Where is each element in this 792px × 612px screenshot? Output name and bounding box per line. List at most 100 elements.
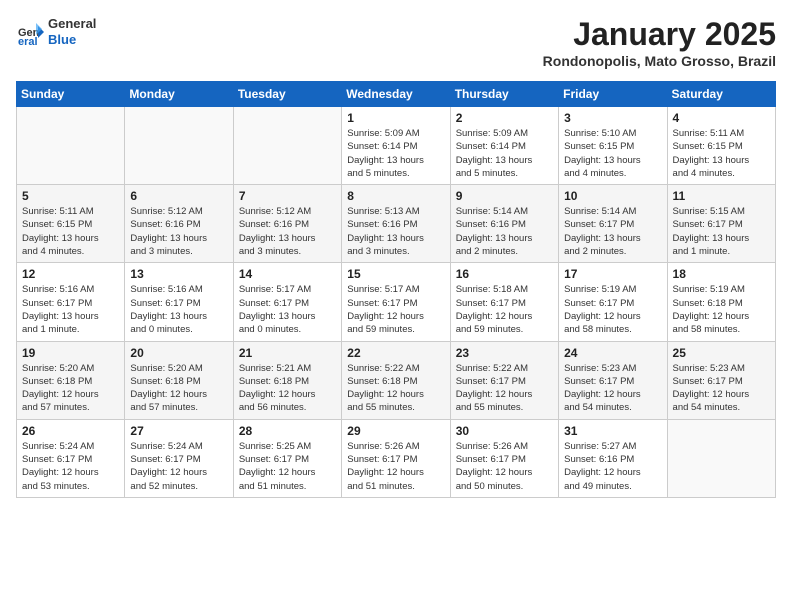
- day-number: 17: [564, 267, 661, 281]
- calendar-header-row: SundayMondayTuesdayWednesdayThursdayFrid…: [17, 82, 776, 107]
- logo-text: General Blue: [48, 16, 96, 47]
- calendar-cell: 31 Sunrise: 5:27 AM Sunset: 6:16 PM Dayli…: [559, 419, 667, 497]
- calendar-cell: 11 Sunrise: 5:15 AM Sunset: 6:17 PM Dayli…: [667, 185, 775, 263]
- day-info: Sunrise: 5:18 AM Sunset: 6:17 PM Dayligh…: [456, 283, 553, 336]
- day-number: 15: [347, 267, 444, 281]
- day-info: Sunrise: 5:12 AM Sunset: 6:16 PM Dayligh…: [130, 205, 227, 258]
- day-number: 14: [239, 267, 336, 281]
- day-info: Sunrise: 5:15 AM Sunset: 6:17 PM Dayligh…: [673, 205, 770, 258]
- logo-icon: Gen eral: [16, 18, 44, 46]
- calendar-cell: 25Sunrise: 5:23 AM Sunset: 6:17 PM Dayli…: [667, 341, 775, 419]
- calendar-cell: 10 Sunrise: 5:14 AM Sunset: 6:17 PM Dayli…: [559, 185, 667, 263]
- day-number: 9: [456, 189, 553, 203]
- day-header-sunday: Sunday: [17, 82, 125, 107]
- day-number: 10: [564, 189, 661, 203]
- svg-text:eral: eral: [18, 36, 38, 46]
- calendar-cell: 22 Sunrise: 5:22 AM Sunset: 6:18 PM Dayli…: [342, 341, 450, 419]
- day-number: 20: [130, 346, 227, 360]
- day-info: Sunrise: 5:25 AM Sunset: 6:17 PM Dayligh…: [239, 440, 336, 493]
- calendar-cell: 15 Sunrise: 5:17 AM Sunset: 6:17 PM Dayli…: [342, 263, 450, 341]
- day-info: Sunrise: 5:09 AM Sunset: 6:14 PM Dayligh…: [456, 127, 553, 180]
- day-info: Sunrise: 5:22 AM Sunset: 6:17 PM Dayligh…: [456, 362, 553, 415]
- calendar-cell: [667, 419, 775, 497]
- day-info: Sunrise: 5:22 AM Sunset: 6:18 PM Dayligh…: [347, 362, 444, 415]
- calendar-week-row: 5 Sunrise: 5:11 AM Sunset: 6:15 PM Daylig…: [17, 185, 776, 263]
- day-number: 31: [564, 424, 661, 438]
- day-number: 23: [456, 346, 553, 360]
- calendar-week-row: 19 Sunrise: 5:20 AM Sunset: 6:18 PM Dayli…: [17, 341, 776, 419]
- day-info: Sunrise: 5:09 AM Sunset: 6:14 PM Dayligh…: [347, 127, 444, 180]
- calendar-cell: 23 Sunrise: 5:22 AM Sunset: 6:17 PM Dayli…: [450, 341, 558, 419]
- day-info: Sunrise: 5:17 AM Sunset: 6:17 PM Dayligh…: [347, 283, 444, 336]
- logo: Gen eral General Blue: [16, 16, 96, 47]
- day-info: Sunrise: 5:17 AM Sunset: 6:17 PM Dayligh…: [239, 283, 336, 336]
- day-number: 3: [564, 111, 661, 125]
- day-number: 19: [22, 346, 119, 360]
- calendar-cell: 7Sunrise: 5:12 AM Sunset: 6:16 PM Daylig…: [233, 185, 341, 263]
- calendar-table: SundayMondayTuesdayWednesdayThursdayFrid…: [16, 81, 776, 498]
- month-title: January 2025: [543, 16, 776, 53]
- calendar-cell: 28Sunrise: 5:25 AM Sunset: 6:17 PM Dayli…: [233, 419, 341, 497]
- day-number: 13: [130, 267, 227, 281]
- logo-blue-text: Blue: [48, 32, 96, 48]
- day-info: Sunrise: 5:14 AM Sunset: 6:17 PM Dayligh…: [564, 205, 661, 258]
- calendar-cell: 13 Sunrise: 5:16 AM Sunset: 6:17 PM Dayli…: [125, 263, 233, 341]
- day-number: 26: [22, 424, 119, 438]
- day-info: Sunrise: 5:11 AM Sunset: 6:15 PM Dayligh…: [673, 127, 770, 180]
- day-number: 2: [456, 111, 553, 125]
- day-number: 11: [673, 189, 770, 203]
- header: Gen eral General Blue January 2025 Rondo…: [16, 16, 776, 69]
- day-info: Sunrise: 5:20 AM Sunset: 6:18 PM Dayligh…: [22, 362, 119, 415]
- calendar-cell: 5 Sunrise: 5:11 AM Sunset: 6:15 PM Daylig…: [17, 185, 125, 263]
- day-info: Sunrise: 5:16 AM Sunset: 6:17 PM Dayligh…: [130, 283, 227, 336]
- day-info: Sunrise: 5:11 AM Sunset: 6:15 PM Dayligh…: [22, 205, 119, 258]
- day-info: Sunrise: 5:16 AM Sunset: 6:17 PM Dayligh…: [22, 283, 119, 336]
- day-number: 24: [564, 346, 661, 360]
- calendar-cell: 29Sunrise: 5:26 AM Sunset: 6:17 PM Dayli…: [342, 419, 450, 497]
- day-info: Sunrise: 5:20 AM Sunset: 6:18 PM Dayligh…: [130, 362, 227, 415]
- calendar-cell: 27Sunrise: 5:24 AM Sunset: 6:17 PM Dayli…: [125, 419, 233, 497]
- day-number: 16: [456, 267, 553, 281]
- calendar-cell: 20 Sunrise: 5:20 AM Sunset: 6:18 PM Dayli…: [125, 341, 233, 419]
- day-number: 22: [347, 346, 444, 360]
- day-number: 29: [347, 424, 444, 438]
- calendar-cell: 17 Sunrise: 5:19 AM Sunset: 6:17 PM Dayli…: [559, 263, 667, 341]
- calendar-cell: 21Sunrise: 5:21 AM Sunset: 6:18 PM Dayli…: [233, 341, 341, 419]
- calendar-cell: 3Sunrise: 5:10 AM Sunset: 6:15 PM Daylig…: [559, 107, 667, 185]
- day-number: 27: [130, 424, 227, 438]
- calendar-cell: [125, 107, 233, 185]
- calendar-cell: 2 Sunrise: 5:09 AM Sunset: 6:14 PM Daylig…: [450, 107, 558, 185]
- title-block: January 2025 Rondonopolis, Mato Grosso, …: [543, 16, 776, 69]
- day-info: Sunrise: 5:19 AM Sunset: 6:17 PM Dayligh…: [564, 283, 661, 336]
- calendar-cell: 1 Sunrise: 5:09 AM Sunset: 6:14 PM Daylig…: [342, 107, 450, 185]
- day-header-thursday: Thursday: [450, 82, 558, 107]
- day-info: Sunrise: 5:23 AM Sunset: 6:17 PM Dayligh…: [564, 362, 661, 415]
- calendar-cell: 16 Sunrise: 5:18 AM Sunset: 6:17 PM Dayli…: [450, 263, 558, 341]
- day-number: 1: [347, 111, 444, 125]
- calendar-cell: 6 Sunrise: 5:12 AM Sunset: 6:16 PM Daylig…: [125, 185, 233, 263]
- day-info: Sunrise: 5:26 AM Sunset: 6:17 PM Dayligh…: [456, 440, 553, 493]
- day-header-monday: Monday: [125, 82, 233, 107]
- calendar-cell: 12 Sunrise: 5:16 AM Sunset: 6:17 PM Dayli…: [17, 263, 125, 341]
- day-number: 4: [673, 111, 770, 125]
- day-number: 12: [22, 267, 119, 281]
- day-number: 5: [22, 189, 119, 203]
- day-info: Sunrise: 5:27 AM Sunset: 6:16 PM Dayligh…: [564, 440, 661, 493]
- day-info: Sunrise: 5:24 AM Sunset: 6:17 PM Dayligh…: [22, 440, 119, 493]
- calendar-cell: [233, 107, 341, 185]
- day-header-wednesday: Wednesday: [342, 82, 450, 107]
- day-number: 6: [130, 189, 227, 203]
- day-info: Sunrise: 5:14 AM Sunset: 6:16 PM Dayligh…: [456, 205, 553, 258]
- calendar-cell: [17, 107, 125, 185]
- day-info: Sunrise: 5:13 AM Sunset: 6:16 PM Dayligh…: [347, 205, 444, 258]
- calendar-week-row: 1 Sunrise: 5:09 AM Sunset: 6:14 PM Daylig…: [17, 107, 776, 185]
- calendar-cell: 9 Sunrise: 5:14 AM Sunset: 6:16 PM Daylig…: [450, 185, 558, 263]
- day-number: 7: [239, 189, 336, 203]
- day-header-friday: Friday: [559, 82, 667, 107]
- day-number: 8: [347, 189, 444, 203]
- day-info: Sunrise: 5:19 AM Sunset: 6:18 PM Dayligh…: [673, 283, 770, 336]
- calendar-cell: 8 Sunrise: 5:13 AM Sunset: 6:16 PM Daylig…: [342, 185, 450, 263]
- calendar-cell: 24 Sunrise: 5:23 AM Sunset: 6:17 PM Dayli…: [559, 341, 667, 419]
- calendar-cell: 18Sunrise: 5:19 AM Sunset: 6:18 PM Dayli…: [667, 263, 775, 341]
- calendar-cell: 14 Sunrise: 5:17 AM Sunset: 6:17 PM Dayli…: [233, 263, 341, 341]
